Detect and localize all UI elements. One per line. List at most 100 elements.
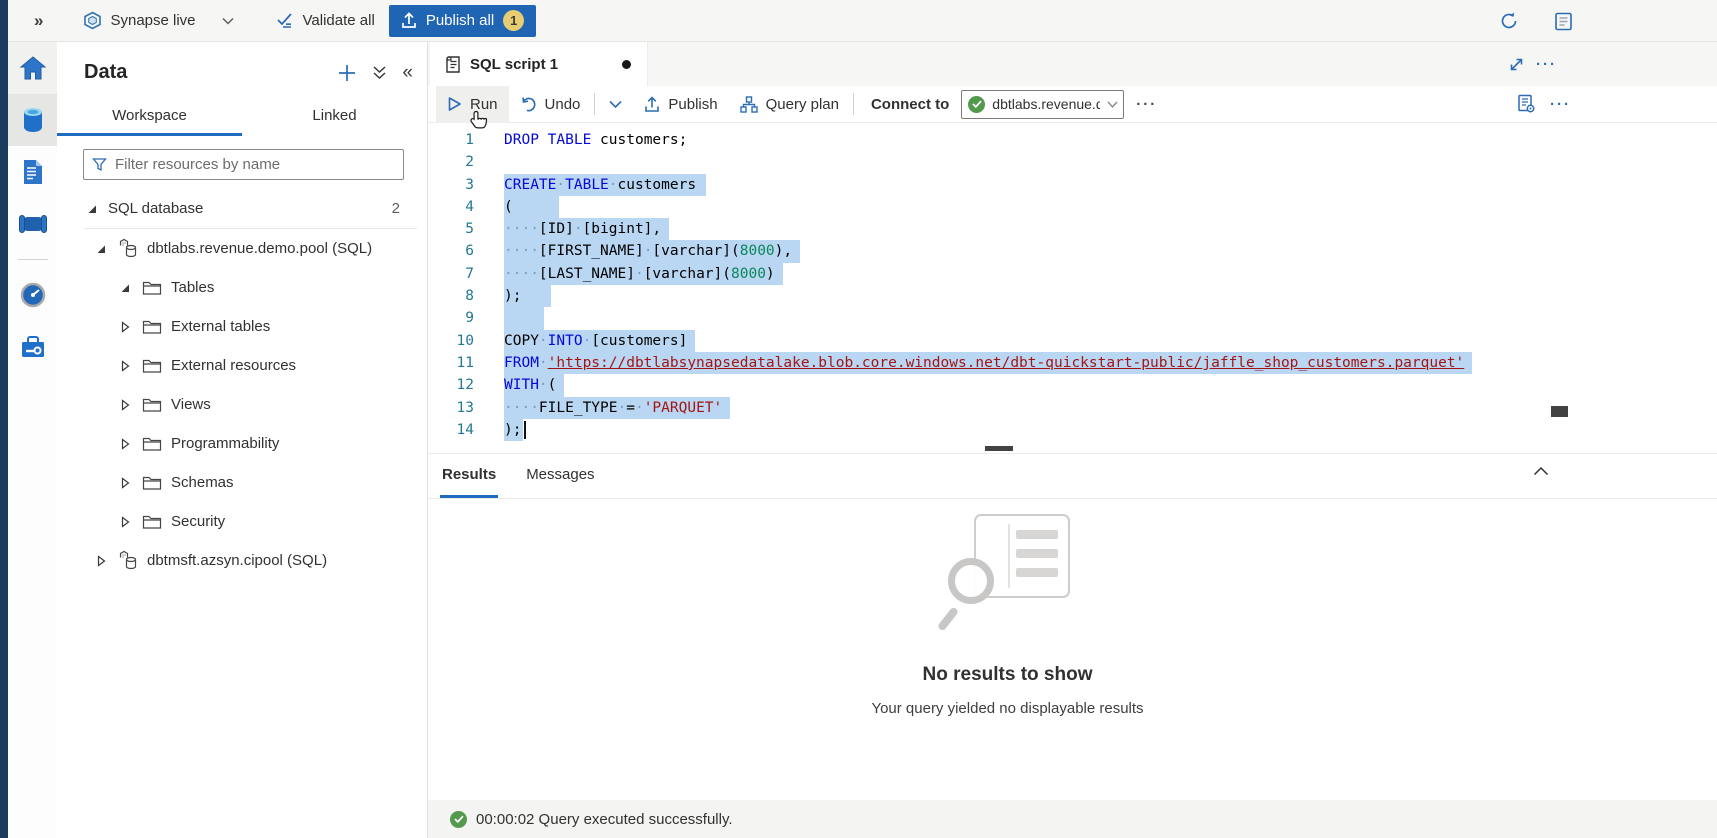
- pool-chevron-down-icon: [1107, 101, 1118, 108]
- tree-item-schemas[interactable]: Schemas: [57, 463, 427, 502]
- collapsed-triangle-icon[interactable]: [117, 320, 133, 334]
- toolbar-more-button[interactable]: ···: [1124, 96, 1169, 113]
- validate-all-button[interactable]: Validate all: [276, 12, 375, 29]
- collapsed-triangle-icon[interactable]: [117, 476, 133, 490]
- tree-item-security[interactable]: Security: [57, 502, 427, 541]
- selection-highlight: ····[ID]·[bigint],: [504, 218, 669, 240]
- publish-button[interactable]: Publish: [633, 86, 728, 123]
- nav-manage[interactable]: [8, 321, 57, 373]
- query-plan-button[interactable]: Query plan: [729, 86, 850, 123]
- expanded-triangle-icon[interactable]: [117, 281, 133, 295]
- collapse-results-button[interactable]: [1533, 466, 1549, 476]
- code-line-7[interactable]: 7····[LAST_NAME]·[varchar](8000): [428, 263, 1717, 285]
- tab-linked[interactable]: Linked: [242, 99, 427, 136]
- text-cursor: [524, 421, 526, 439]
- query-plan-icon: [740, 96, 758, 113]
- validate-check-icon: [276, 12, 295, 29]
- code-line-2[interactable]: 2: [428, 151, 1717, 173]
- chevron-down-icon[interactable]: [222, 17, 234, 25]
- connect-to-pool-select[interactable]: dbtlabs.revenue.demo.pool: [961, 90, 1124, 119]
- release-notes-button[interactable]: [1553, 0, 1574, 42]
- code-line-6[interactable]: 6····[FIRST_NAME]·[varchar](8000),: [428, 240, 1717, 262]
- tree-item-external-tables[interactable]: External tables: [57, 307, 427, 346]
- no-results-empty-state: No results to show Your query yielded no…: [428, 514, 1587, 717]
- code-line-8[interactable]: 8);: [428, 285, 1717, 307]
- add-resource-button[interactable]: [337, 63, 357, 83]
- collapsed-triangle-icon[interactable]: [117, 398, 133, 412]
- horizontal-scrollbar-thumb[interactable]: [985, 446, 1013, 451]
- line-number: 13: [428, 397, 474, 419]
- undo-button[interactable]: Undo: [509, 86, 592, 123]
- code-line-1[interactable]: 1DROP TABLE customers;: [428, 129, 1717, 151]
- document-icon: [21, 158, 45, 186]
- scrollbar-corner-thumb[interactable]: [1551, 406, 1568, 417]
- undo-redo-dropdown-button[interactable]: [598, 86, 633, 123]
- empty-results-title: No results to show: [428, 664, 1587, 686]
- code-line-10[interactable]: 10COPY·INTO·[customers]: [428, 330, 1717, 352]
- tree-item-external-resources[interactable]: External resources: [57, 346, 427, 385]
- upload-icon: [401, 12, 417, 29]
- collapsed-triangle-icon[interactable]: [93, 554, 109, 568]
- left-edge-strip: [0, 0, 8, 838]
- code-line-9[interactable]: 9: [428, 307, 1717, 329]
- synapse-live-menu[interactable]: Synapse live: [83, 11, 233, 30]
- magnifier-handle: [936, 606, 958, 631]
- query-plan-label: Query plan: [766, 96, 839, 113]
- sql-script-icon: [444, 54, 461, 74]
- code-line-5[interactable]: 5····[ID]·[bigint],: [428, 218, 1717, 240]
- tree-item-tables[interactable]: Tables: [57, 268, 427, 307]
- expand-nav-button[interactable]: »: [34, 11, 43, 31]
- nav-home[interactable]: [8, 42, 57, 94]
- synapse-studio-window: » Synapse live Validate all Publish all …: [0, 0, 1717, 838]
- collapsed-triangle-icon[interactable]: [117, 515, 133, 529]
- run-button[interactable]: Run: [436, 86, 509, 123]
- sql-code-editor[interactable]: 1DROP TABLE customers;23CREATE·TABLE·cus…: [428, 123, 1717, 447]
- tree-item-dbtlabs-revenue-demo-pool-sql[interactable]: dbtlabs.revenue.demo.pool (SQL): [57, 229, 427, 268]
- undo-label: Undo: [545, 96, 581, 113]
- tab-sql-script-1[interactable]: SQL script 1: [430, 42, 648, 86]
- collapsed-triangle-icon[interactable]: [117, 437, 133, 451]
- line-number: 3: [428, 174, 474, 196]
- expand-editor-button[interactable]: [1508, 42, 1525, 86]
- query-status-bar: 00:00:02 Query executed successfully.: [428, 800, 1717, 838]
- tree-item-dbtmsft-azsyn-cipool-sql[interactable]: dbtmsft.azsyn.cipool (SQL): [57, 541, 427, 580]
- toolbar-divider: [853, 93, 854, 115]
- undo-icon: [520, 96, 537, 112]
- editor-more-button[interactable]: ···: [1550, 96, 1571, 113]
- selection-highlight: );: [504, 285, 551, 307]
- pool-name: dbtlabs.revenue.demo.pool: [992, 96, 1100, 112]
- tab-results[interactable]: Results: [440, 466, 498, 498]
- tab-workspace[interactable]: Workspace: [57, 99, 242, 136]
- code-line-4[interactable]: 4(: [428, 196, 1717, 218]
- doc-tab-title: SQL script 1: [470, 56, 558, 73]
- double-chevron-down-icon[interactable]: [372, 64, 387, 81]
- code-line-14[interactable]: 14);: [428, 419, 1717, 441]
- home-icon: [19, 55, 47, 81]
- tree-item-programmability[interactable]: Programmability: [57, 424, 427, 463]
- expanded-triangle-icon[interactable]: [84, 202, 100, 216]
- line-number: 11: [428, 352, 474, 374]
- database-icon: [20, 106, 46, 134]
- publish-all-button[interactable]: Publish all 1: [389, 5, 536, 37]
- refresh-button[interactable]: [1499, 0, 1519, 42]
- code-line-13[interactable]: 13····FILE_TYPE·=·'PARQUET': [428, 397, 1717, 419]
- editor-region: SQL script 1 ··· Run Undo: [428, 42, 1717, 838]
- tab-more-actions-button[interactable]: ···: [1524, 42, 1569, 86]
- tab-messages[interactable]: Messages: [524, 466, 596, 498]
- nav-develop[interactable]: [8, 146, 57, 198]
- tree-item-views[interactable]: Views: [57, 385, 427, 424]
- script-properties-button[interactable]: [1516, 94, 1536, 114]
- filter-box: [83, 149, 404, 180]
- filter-resources-input[interactable]: [115, 156, 395, 173]
- folder-icon: [141, 474, 163, 491]
- code-line-11[interactable]: 11FROM·'https://dbtlabsynapsedatalake.bl…: [428, 352, 1717, 374]
- tree-item-sql-database[interactable]: SQL database2: [57, 189, 427, 228]
- nav-integrate[interactable]: [8, 198, 57, 250]
- collapse-panel-button[interactable]: «: [402, 62, 413, 84]
- nav-data[interactable]: [8, 94, 57, 146]
- nav-monitor[interactable]: [8, 269, 57, 321]
- expanded-triangle-icon[interactable]: [93, 242, 109, 256]
- code-line-3[interactable]: 3CREATE·TABLE·customers: [428, 174, 1717, 196]
- code-line-12[interactable]: 12WITH·(: [428, 374, 1717, 396]
- collapsed-triangle-icon[interactable]: [117, 359, 133, 373]
